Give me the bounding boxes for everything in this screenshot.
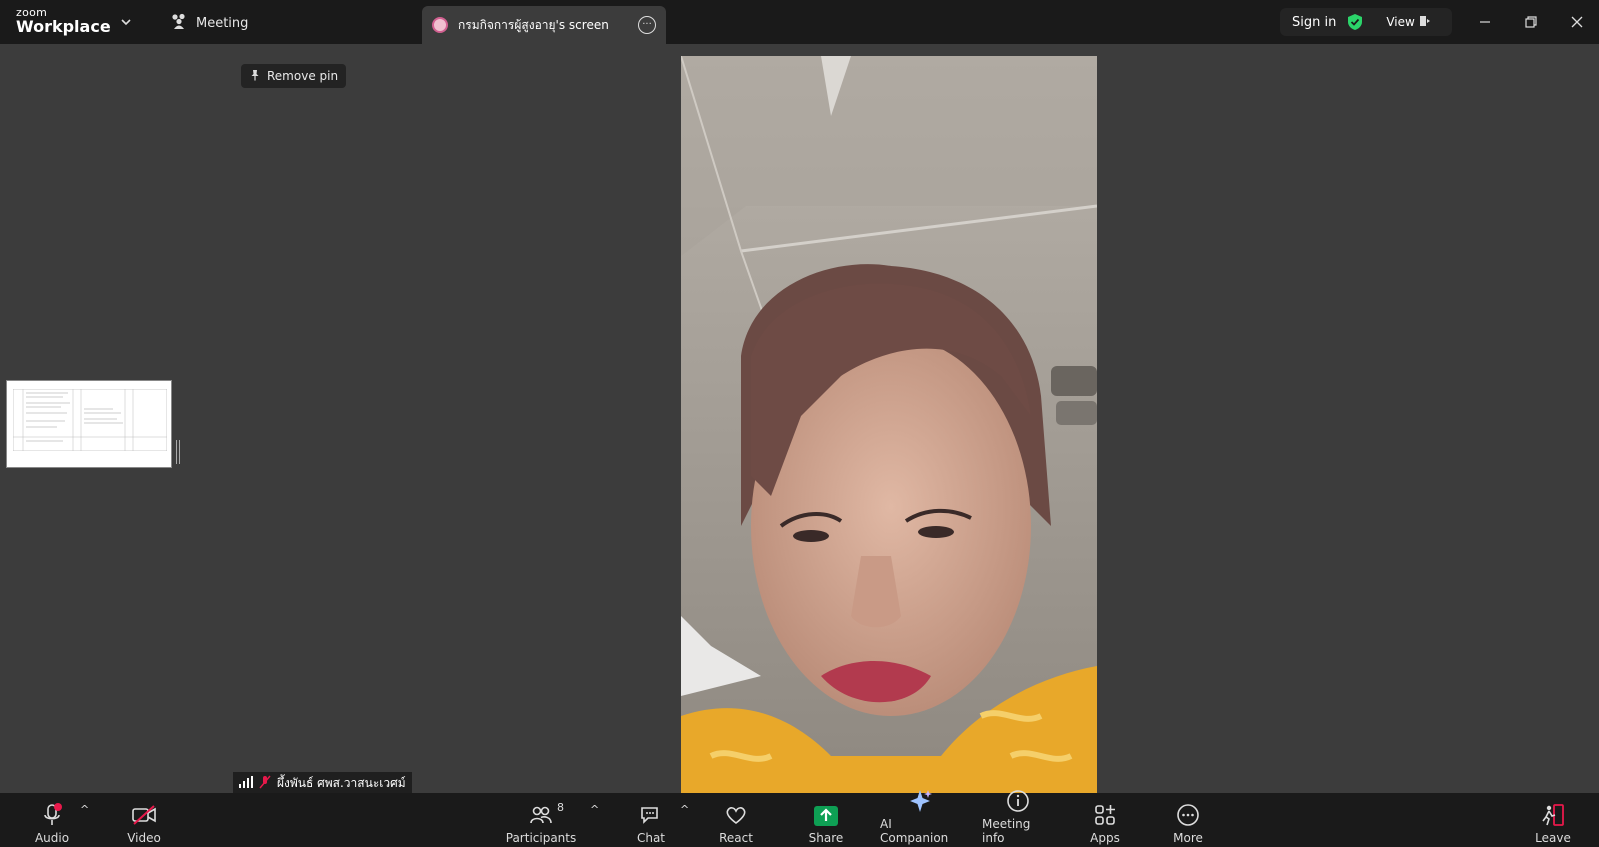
share-label: Share: [808, 831, 844, 845]
drag-handle[interactable]: [176, 440, 180, 464]
audio-options-caret-icon[interactable]: ^: [80, 803, 89, 816]
video-off-icon: [131, 803, 157, 827]
ai-companion-button[interactable]: AI Companion: [880, 790, 960, 845]
title-bar: zoom Workplace Meeting กรมกิจการผู้สูงอา…: [0, 0, 1599, 44]
tab-shared-screen[interactable]: กรมกิจการผู้สูงอายุ's screen ···: [422, 6, 666, 44]
react-button[interactable]: React: [716, 799, 756, 845]
leave-icon: [1540, 803, 1566, 827]
participants-icon: [529, 803, 553, 827]
chat-options-caret-icon[interactable]: ^: [680, 803, 689, 816]
leave-button[interactable]: Leave: [1535, 799, 1571, 845]
leave-label: Leave: [1535, 831, 1571, 845]
tab-shared-screen-label: กรมกิจการผู้สูงอายุ's screen: [458, 17, 609, 32]
view-layout-icon: [1419, 15, 1431, 30]
zoom-workplace-logo[interactable]: zoom Workplace: [16, 7, 111, 35]
participants-count: 8: [557, 801, 564, 814]
more-label: More: [1173, 831, 1203, 845]
apps-button[interactable]: Apps: [1090, 799, 1120, 845]
info-icon: [1006, 789, 1030, 813]
participant-name-tag: ผึ้งพันธ์ ศพส.วาสนะเวศม์: [233, 772, 412, 794]
participants-label: Participants: [505, 831, 577, 845]
more-options-icon[interactable]: ···: [638, 16, 656, 34]
signal-strength-icon: [239, 775, 253, 791]
share-button[interactable]: Share: [808, 799, 844, 845]
avatar: [432, 17, 448, 33]
meeting-info-label: Meeting info: [982, 817, 1031, 845]
participant-name: ผึ้งพันธ์ ศพส.วาสนะเวศม์: [277, 775, 406, 790]
meeting-info-button[interactable]: Meeting info: [982, 790, 1054, 845]
sign-in-button[interactable]: Sign in: [1292, 15, 1336, 30]
view-button[interactable]: View: [1386, 15, 1430, 30]
restore-icon[interactable]: [1519, 10, 1543, 34]
close-icon[interactable]: [1565, 10, 1589, 34]
participant-video[interactable]: [681, 56, 1097, 794]
share-screen-icon: [813, 805, 839, 827]
tab-meeting[interactable]: Meeting: [170, 12, 248, 34]
video-label: Video: [127, 831, 161, 845]
chevron-down-icon[interactable]: [118, 14, 134, 30]
more-button[interactable]: More: [1172, 799, 1204, 845]
more-icon: [1176, 803, 1200, 827]
apps-label: Apps: [1090, 831, 1120, 845]
shared-screen-thumbnail[interactable]: [6, 380, 172, 468]
chat-icon: [639, 803, 663, 827]
minimize-icon[interactable]: [1473, 10, 1497, 34]
apps-icon: [1093, 803, 1117, 827]
video-button[interactable]: Video: [124, 799, 164, 845]
remove-pin-label: Remove pin: [267, 69, 339, 83]
ai-companion-label: AI Companion: [880, 817, 949, 845]
meeting-toolbar: Audio ^ Video Participants 8 ^ Chat ^ Re…: [0, 790, 1599, 847]
react-label: React: [719, 831, 753, 845]
chat-button[interactable]: Chat: [636, 799, 666, 845]
video-frame: [681, 56, 1097, 794]
chat-label: Chat: [636, 831, 666, 845]
brand-large: Workplace: [16, 17, 111, 36]
heart-icon: [724, 803, 748, 827]
audio-label: Audio: [34, 831, 70, 845]
view-label: View: [1386, 15, 1415, 29]
microphone-icon: [40, 803, 64, 827]
shield-check-icon[interactable]: [1346, 13, 1364, 31]
remove-pin-button[interactable]: Remove pin: [241, 64, 347, 88]
audio-button[interactable]: Audio: [34, 799, 70, 845]
pin-icon: [249, 69, 261, 84]
people-icon: [170, 13, 188, 33]
sparkle-icon: [907, 789, 933, 813]
account-area: Sign in View: [1280, 8, 1452, 36]
document-preview: [13, 389, 167, 451]
participants-options-caret-icon[interactable]: ^: [590, 803, 599, 816]
mic-muted-icon: [259, 775, 271, 792]
tab-meeting-label: Meeting: [196, 15, 249, 31]
